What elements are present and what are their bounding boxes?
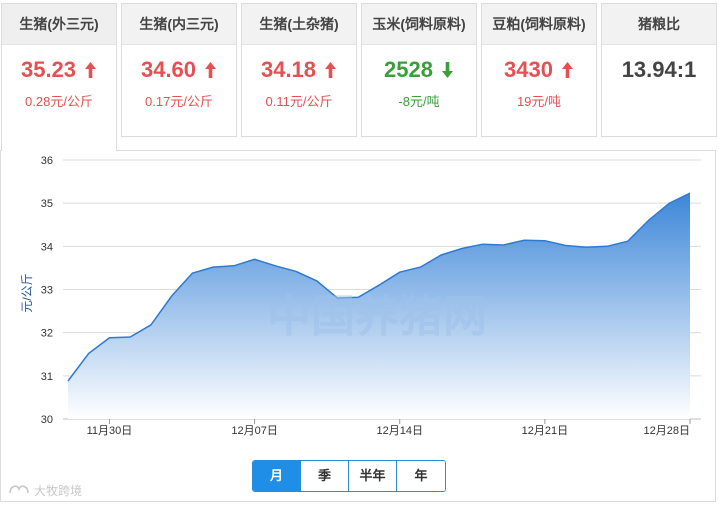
arrow-down-icon	[441, 61, 454, 79]
card-change: 0.28元/公斤	[25, 94, 93, 109]
price-point[interactable]	[543, 239, 547, 243]
brand-text: 大牧跨境	[34, 484, 83, 498]
card-value: 13.94:1	[621, 57, 697, 82]
card-title: 玉米(饲料原料)	[362, 4, 476, 45]
price-point[interactable]	[667, 201, 671, 205]
price-point[interactable]	[564, 243, 568, 247]
price-point[interactable]	[460, 246, 464, 250]
price-point[interactable]	[647, 218, 651, 222]
price-point[interactable]	[232, 264, 236, 268]
watermark-text: 中国养猪网	[267, 291, 487, 342]
y-tick-label: 35	[41, 198, 53, 210]
card-value: 34.60	[140, 57, 197, 82]
price-card-soymeal[interactable]: 豆粕(饲料原料) 3430 19元/吨	[481, 3, 597, 137]
x-tick-label: 12月07日	[231, 425, 277, 437]
price-point[interactable]	[128, 335, 132, 339]
price-point[interactable]	[149, 323, 153, 327]
price-point[interactable]	[605, 244, 609, 248]
card-title: 生猪(内三元)	[122, 4, 236, 45]
price-area-chart: 中国养猪网 30 31 32 33 34 35 36 11月30日 12月07日 12月14日 12…	[20, 155, 701, 437]
brand-logo-icon	[8, 483, 30, 498]
range-tab-quarter[interactable]: 季	[301, 461, 349, 491]
card-change: 0.11元/公斤	[265, 94, 333, 109]
price-point[interactable]	[170, 294, 174, 298]
arrow-up-icon	[561, 61, 574, 79]
price-point[interactable]	[626, 239, 630, 243]
price-point[interactable]	[481, 242, 485, 246]
y-tick-label: 36	[41, 155, 53, 167]
card-value-row: 3430	[482, 57, 596, 83]
price-point[interactable]	[107, 336, 111, 340]
y-axis-label: 元/公斤	[20, 273, 34, 312]
card-change: 0.17元/公斤	[145, 94, 213, 109]
price-point[interactable]	[273, 264, 277, 268]
arrow-up-icon	[84, 61, 97, 79]
price-point[interactable]	[294, 269, 298, 273]
price-card-pig-tuzazhu[interactable]: 生猪(土杂猪) 34.18 0.11元/公斤	[241, 3, 357, 137]
card-value-row: 13.94:1	[602, 57, 716, 83]
price-point[interactable]	[398, 270, 402, 274]
price-point[interactable]	[87, 351, 91, 355]
x-tick-label: 12月28日	[644, 425, 690, 437]
x-tick-label: 11月30日	[87, 425, 133, 437]
price-point[interactable]	[584, 245, 588, 249]
price-point[interactable]	[190, 271, 194, 275]
card-value: 35.23	[20, 57, 77, 82]
price-card-corn[interactable]: 玉米(饲料原料) 2528 -8元/吨	[361, 3, 477, 137]
y-tick-label: 31	[41, 371, 53, 383]
price-point[interactable]	[315, 279, 319, 283]
card-value-row: 34.18	[242, 57, 356, 83]
price-point[interactable]	[253, 257, 257, 261]
y-tick-label: 33	[41, 285, 53, 297]
range-tab-half-year[interactable]: 半年	[349, 461, 397, 491]
price-point[interactable]	[439, 253, 443, 257]
card-title: 生猪(外三元)	[2, 4, 116, 45]
card-value: 2528	[384, 57, 433, 82]
range-tab-year[interactable]: 年	[397, 461, 445, 491]
range-tabs: 月 季 半年 年	[252, 460, 446, 492]
price-card-pig-grain-ratio[interactable]: 猪粮比 13.94:1	[601, 3, 717, 137]
card-title: 生猪(土杂猪)	[242, 4, 356, 45]
y-tick-label: 32	[41, 328, 53, 340]
price-point[interactable]	[501, 243, 505, 247]
y-tick-label: 30	[41, 414, 53, 426]
arrow-up-icon	[204, 61, 217, 79]
card-value-row: 2528	[362, 57, 476, 83]
card-value-row: 35.23	[2, 57, 116, 83]
card-change: 19元/吨	[516, 94, 562, 109]
brand-watermark: 大牧跨境	[8, 482, 82, 499]
x-tick-label: 12月14日	[376, 425, 422, 437]
price-point[interactable]	[418, 265, 422, 269]
card-title: 豆粕(饲料原料)	[482, 4, 596, 45]
card-title: 猪粮比	[602, 4, 716, 45]
card-value-row: 34.60	[122, 57, 236, 83]
price-chart-panel: 中国养猪网 30 31 32 33 34 35 36 11月30日 12月07日 12月14日 12…	[0, 150, 716, 502]
price-card-pig-neisanyuan[interactable]: 生猪(内三元) 34.60 0.17元/公斤	[121, 3, 237, 137]
x-tick-label: 12月21日	[522, 425, 568, 437]
card-change: -8元/吨	[398, 94, 440, 109]
price-point[interactable]	[211, 265, 215, 269]
card-value: 34.18	[260, 57, 317, 82]
range-tab-month[interactable]: 月	[253, 461, 301, 491]
arrow-up-icon	[324, 61, 337, 79]
price-point[interactable]	[522, 238, 526, 242]
card-value: 3430	[504, 57, 553, 82]
y-tick-label: 34	[41, 241, 53, 253]
price-cards: 生猪(外三元) 35.23 0.28元/公斤 生猪(内三元) 34.60 0.1…	[0, 0, 719, 151]
price-point[interactable]	[66, 379, 70, 383]
price-point[interactable]	[377, 283, 381, 287]
price-point[interactable]	[688, 191, 692, 195]
price-card-pig-waisanyuan[interactable]: 生猪(外三元) 35.23 0.28元/公斤	[1, 3, 117, 151]
